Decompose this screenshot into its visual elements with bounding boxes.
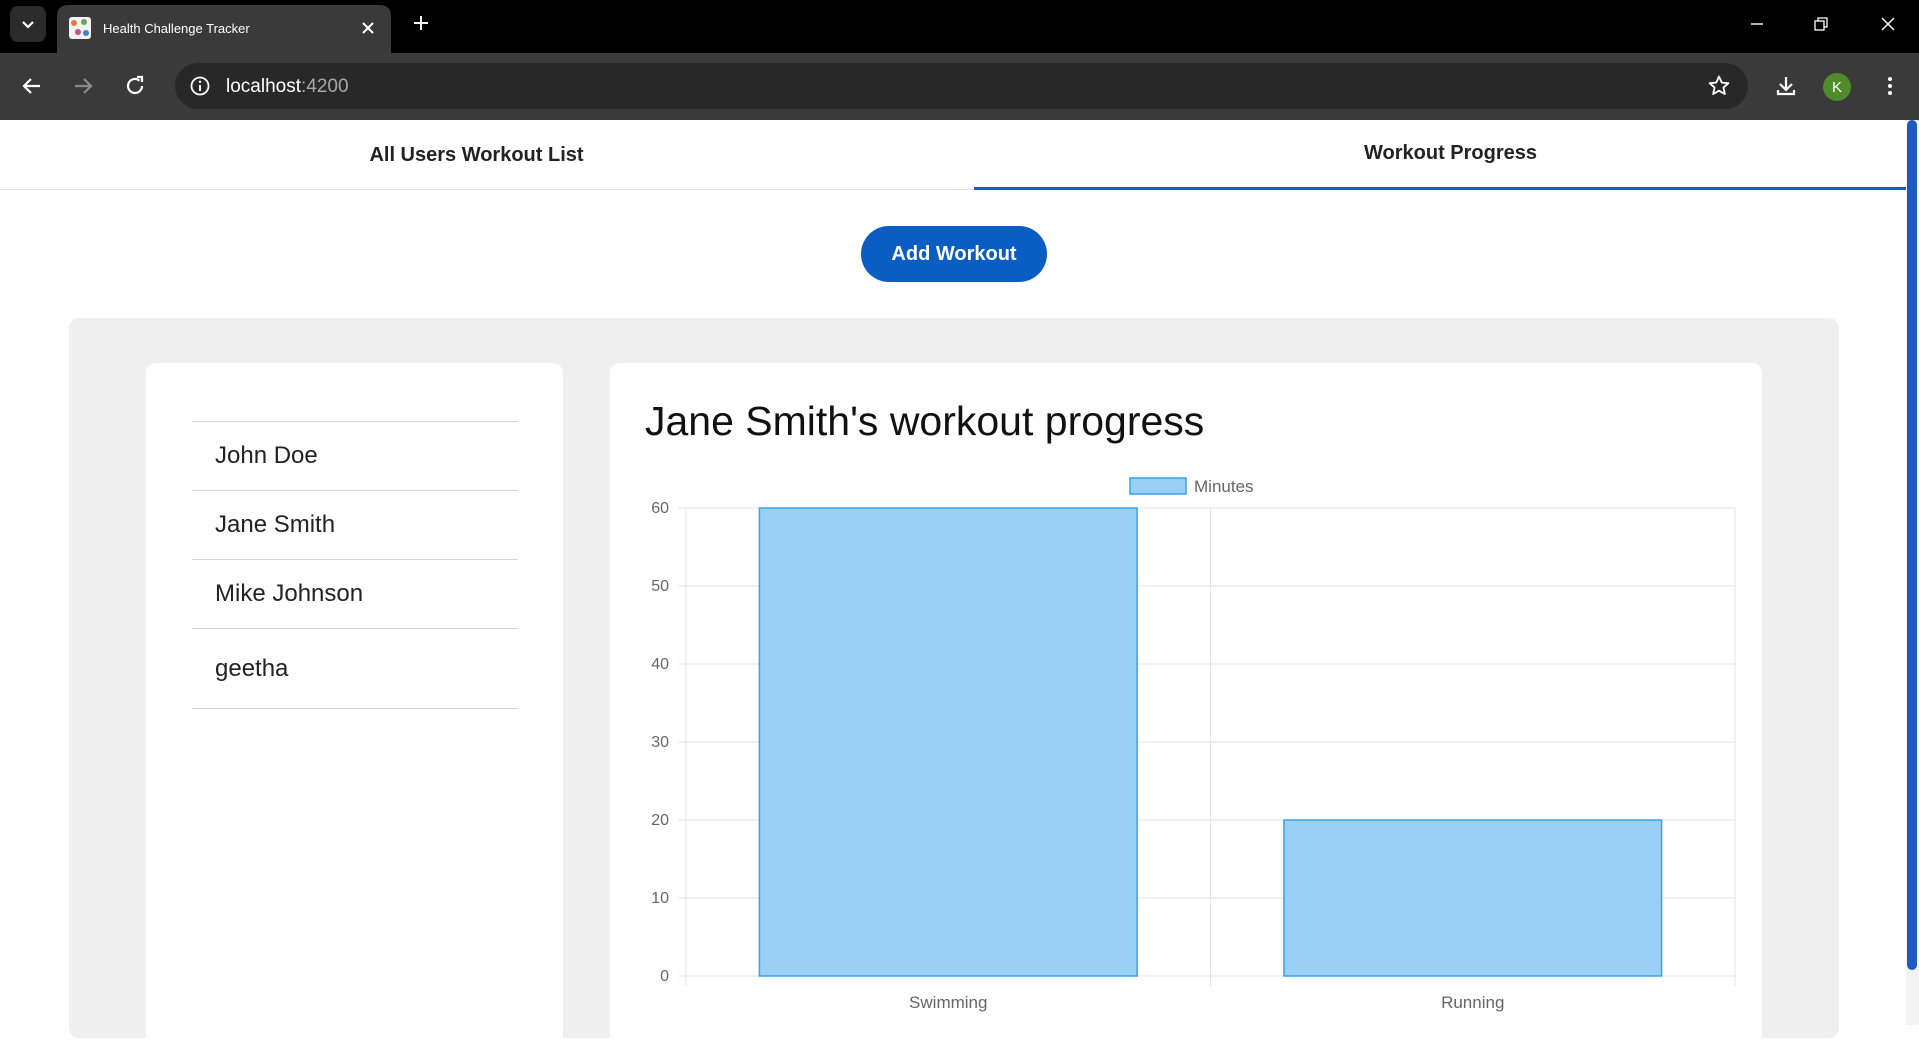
tab-bar: All Users Workout List Workout Progress xyxy=(0,120,1919,190)
y-tick-label: 50 xyxy=(651,578,669,595)
chart-card: Jane Smith's workout progress 0 10 20 30 40 5… xyxy=(610,363,1762,1063)
x-tick-label: Swimming xyxy=(909,993,987,1012)
y-tick-label: 20 xyxy=(651,812,669,829)
x-tick-label: Running xyxy=(1441,993,1504,1012)
user-item-jane-smith[interactable]: Jane Smith xyxy=(192,491,518,560)
legend-label[interactable]: Minutes xyxy=(1194,477,1254,496)
y-tick-label: 60 xyxy=(651,500,669,517)
reload-icon[interactable] xyxy=(117,68,153,104)
app-page: All Users Workout List Workout Progress … xyxy=(0,120,1919,1063)
progress-panel: John Doe Jane Smith Mike Johnson geetha … xyxy=(69,318,1839,1063)
url-host: localhost xyxy=(226,76,301,97)
forward-icon[interactable] xyxy=(65,68,101,104)
user-list: John Doe Jane Smith Mike Johnson geetha xyxy=(192,421,518,709)
add-workout-button[interactable]: Add Workout xyxy=(861,226,1047,282)
site-info-icon[interactable] xyxy=(187,73,213,99)
app-favicon-icon xyxy=(69,17,91,39)
y-tick-label: 40 xyxy=(651,656,669,673)
tab-workout-progress[interactable]: Workout Progress xyxy=(974,120,1919,190)
chevron-down-icon xyxy=(22,21,34,29)
close-tab-icon[interactable] xyxy=(355,15,381,41)
workout-bar-chart: 0 10 20 30 40 50 60 Swimming Running Minutes xyxy=(651,477,1736,1012)
user-list-card: John Doe Jane Smith Mike Johnson geetha xyxy=(146,363,563,1063)
browser-toolbar: localhost:4200 K xyxy=(0,53,1919,120)
address-bar[interactable]: localhost:4200 xyxy=(175,63,1748,109)
profile-avatar[interactable]: K xyxy=(1823,73,1851,101)
browser-titlebar: Health Challenge Tracker xyxy=(0,0,1919,53)
minimize-icon[interactable] xyxy=(1737,8,1777,40)
url-port: :4200 xyxy=(301,76,349,97)
y-tick-label: 10 xyxy=(651,890,669,907)
user-item-mike-johnson[interactable]: Mike Johnson xyxy=(192,560,518,629)
tab-all-users-workout-list[interactable]: All Users Workout List xyxy=(0,120,953,190)
bookmark-star-icon[interactable] xyxy=(1706,73,1732,99)
user-item-john-doe[interactable]: John Doe xyxy=(192,422,518,491)
menu-dots-icon[interactable] xyxy=(1872,68,1908,104)
browser-tab[interactable]: Health Challenge Tracker xyxy=(57,5,391,53)
user-item-geetha[interactable]: geetha xyxy=(192,629,518,708)
url-text: localhost:4200 xyxy=(226,76,349,98)
download-icon[interactable] xyxy=(1768,68,1804,104)
new-tab-icon[interactable] xyxy=(405,7,437,39)
close-window-icon[interactable] xyxy=(1868,8,1908,40)
y-tick-label: 0 xyxy=(660,968,669,985)
tab-search-button[interactable] xyxy=(10,6,46,42)
y-tick-label: 30 xyxy=(651,734,669,751)
back-icon[interactable] xyxy=(14,68,50,104)
restore-icon[interactable] xyxy=(1801,8,1841,40)
legend-swatch xyxy=(1129,477,1187,495)
page-scrollbar[interactable] xyxy=(1906,120,1919,1025)
bar-swimming[interactable] xyxy=(758,507,1138,977)
scrollbar-thumb[interactable] xyxy=(1907,120,1917,970)
browser-tab-title: Health Challenge Tracker xyxy=(103,21,250,36)
bar-running[interactable] xyxy=(1283,819,1663,977)
